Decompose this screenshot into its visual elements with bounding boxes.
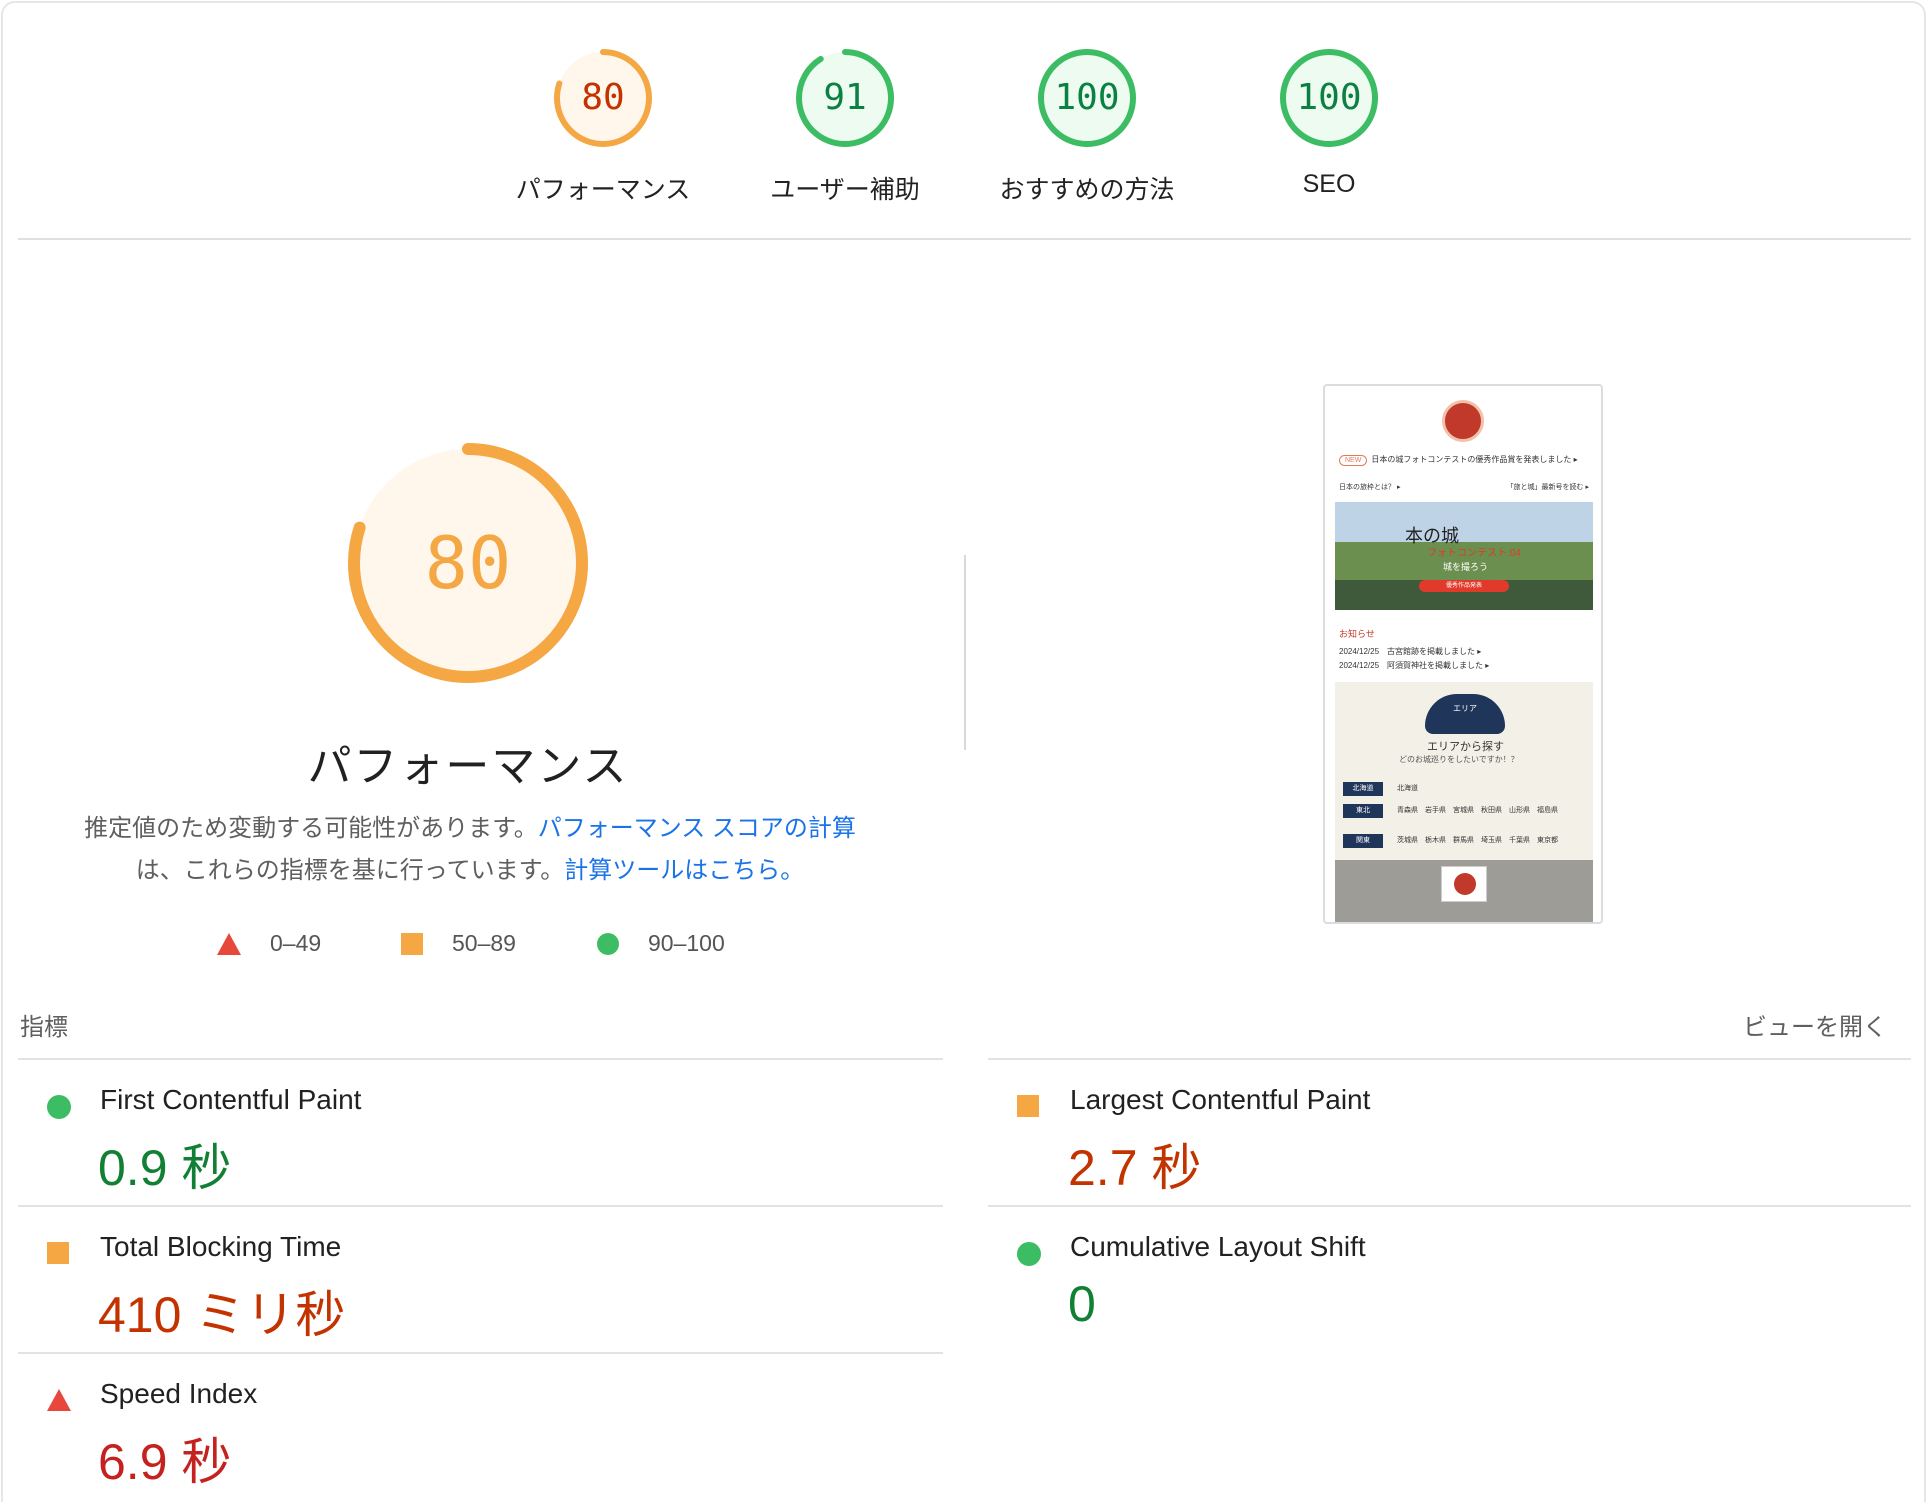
gauge-score: 91 bbox=[823, 77, 867, 118]
gauge-accessibility[interactable]: 91 ユーザー補助 bbox=[725, 48, 965, 206]
divider bbox=[18, 238, 1911, 240]
metric-name: Total Blocking Time bbox=[100, 1231, 342, 1262]
vertical-divider bbox=[964, 555, 966, 750]
area-row: 北海道 北海道 bbox=[1343, 782, 1583, 798]
metrics-divider bbox=[18, 1205, 943, 1207]
news-text: 日本の城フォトコンテストの優秀作品賞を発表しました ▸ bbox=[1371, 455, 1578, 464]
gauge-score: 80 bbox=[581, 77, 625, 118]
metric-value: 6.9 秒 bbox=[98, 1434, 232, 1490]
hero-subtitle-2: 城を撮ろう bbox=[1443, 562, 1489, 572]
metric-value: 410 ミリ秒 bbox=[98, 1287, 346, 1343]
green-circle-icon bbox=[597, 932, 619, 955]
new-badge: NEW bbox=[1339, 455, 1368, 466]
performance-description: 推定値のため変動する可能性があります。パフォーマンス スコアの計算 は、これらの… bbox=[60, 808, 880, 892]
orange-square-icon bbox=[47, 1242, 69, 1264]
mini-logo-box bbox=[1441, 866, 1487, 902]
mini-logo bbox=[1454, 873, 1476, 895]
info-title: お知らせ bbox=[1339, 629, 1375, 639]
area-items: 茨城県 栃木県 群馬県 埼玉県 千葉県 東京都 bbox=[1397, 837, 1558, 844]
category-gauges: 80 パフォーマンス 91 ユーザー補助 100 おすすめの方法 100 SEO bbox=[0, 48, 1929, 208]
area-tag: 関東 bbox=[1343, 834, 1383, 848]
legend-fail: 0–49 bbox=[216, 930, 321, 957]
orange-square-icon bbox=[401, 932, 423, 955]
gauge-ring: 100 bbox=[1279, 48, 1379, 148]
link-left: 日本の旅枠とは？ ▸ bbox=[1339, 484, 1401, 491]
performance-gauge-large: 80 bbox=[345, 440, 591, 686]
metric-value: 2.7 秒 bbox=[1068, 1140, 1202, 1196]
legend-range: 50–89 bbox=[452, 930, 516, 956]
metric-name: Cumulative Layout Shift bbox=[1070, 1231, 1366, 1262]
screenshot-news: NEW 日本の城フォトコンテストの優秀作品賞を発表しました ▸ bbox=[1339, 454, 1589, 472]
info-item: 2024/12/25 古宮館跡を掲載しました ▸ bbox=[1339, 647, 1482, 656]
screenshot-hero-image: 本の城 フォトコンテスト.04 城を撮ろう 優秀作品発表 bbox=[1335, 502, 1593, 610]
gauge-ring: 91 bbox=[795, 48, 895, 148]
green-circle-icon bbox=[1017, 1242, 1041, 1266]
gauge-performance[interactable]: 80 パフォーマンス bbox=[483, 48, 723, 206]
hero-subtitle: フォトコンテスト.04 bbox=[1427, 548, 1521, 559]
calculator-link[interactable]: 計算ツールはこちら。 bbox=[564, 857, 804, 884]
score-calculation-link[interactable]: パフォーマンス スコアの計算 bbox=[538, 815, 856, 842]
area-title: エリアから探す bbox=[1427, 741, 1504, 753]
legend-pass: 90–100 bbox=[596, 930, 725, 957]
hero-button: 優秀作品発表 bbox=[1419, 580, 1509, 592]
red-triangle-icon bbox=[47, 1389, 71, 1411]
gauge-label: パフォーマンス bbox=[515, 176, 691, 204]
legend-range: 0–49 bbox=[270, 930, 322, 956]
area-row: 関東 茨城県 栃木県 群馬県 埼玉県 千葉県 東京都 bbox=[1343, 834, 1583, 850]
area-tag: 北海道 bbox=[1343, 782, 1383, 796]
green-circle-icon bbox=[47, 1095, 71, 1119]
legend-average: 50–89 bbox=[400, 930, 516, 957]
gauge-label: ユーザー補助 bbox=[770, 176, 920, 204]
metrics-divider bbox=[18, 1058, 943, 1060]
gauge-label: おすすめの方法 bbox=[999, 176, 1175, 204]
description-text: 推定値のため変動する可能性があります。 bbox=[84, 815, 538, 842]
area-badge: エリア bbox=[1425, 694, 1505, 734]
legend-range: 90–100 bbox=[648, 930, 725, 956]
expand-view-toggle[interactable]: ビューを開く bbox=[1743, 1007, 1887, 1042]
hero-sky bbox=[1335, 502, 1593, 542]
gauge-label: SEO bbox=[1302, 170, 1356, 198]
red-triangle-icon bbox=[217, 932, 241, 955]
link-right: 「旅と城」最新号を読む ▸ bbox=[1506, 484, 1589, 491]
site-logo bbox=[1442, 400, 1484, 442]
metric-value: 0.9 秒 bbox=[98, 1140, 232, 1196]
gauge-ring: 80 bbox=[553, 48, 653, 148]
final-screenshot[interactable]: NEW 日本の城フォトコンテストの優秀作品賞を発表しました ▸ 日本の旅枠とは？ … bbox=[1323, 384, 1603, 924]
metrics-divider bbox=[18, 1352, 943, 1354]
metrics-divider bbox=[988, 1058, 1911, 1060]
gauge-score: 100 bbox=[1296, 77, 1362, 118]
metric-value: 0 bbox=[1068, 1276, 1096, 1332]
metrics-divider bbox=[988, 1205, 1911, 1207]
screenshot-links: 日本の旅枠とは？ ▸ 「旅と城」最新号を読む ▸ bbox=[1339, 482, 1589, 492]
orange-square-icon bbox=[1017, 1095, 1039, 1117]
metric-name: First Contentful Paint bbox=[100, 1084, 362, 1115]
metrics-title: 指標 bbox=[20, 1014, 68, 1041]
performance-score: 80 bbox=[424, 521, 512, 605]
metric-name: Speed Index bbox=[100, 1378, 258, 1409]
gauge-seo[interactable]: 100 SEO bbox=[1209, 48, 1449, 199]
performance-title: パフォーマンス bbox=[307, 742, 629, 791]
area-tag: 東北 bbox=[1343, 804, 1383, 818]
area-row: 東北 青森県 岩手県 宮城県 秋田県 山形県 福島県 bbox=[1343, 804, 1583, 820]
screenshot-overlay bbox=[1335, 860, 1593, 922]
description-text-2: は、これらの指標を基に行っています。 bbox=[135, 857, 565, 884]
area-subtitle: どのお城巡りをしたいですか！？ bbox=[1399, 755, 1519, 764]
gauge-ring: 100 bbox=[1037, 48, 1137, 148]
area-items: 北海道 bbox=[1397, 785, 1418, 792]
metric-name: Largest Contentful Paint bbox=[1070, 1084, 1371, 1115]
area-items: 青森県 岩手県 宮城県 秋田県 山形県 福島県 bbox=[1397, 807, 1558, 814]
info-item: 2024/12/25 阿須賀神社を掲載しました ▸ bbox=[1339, 661, 1490, 670]
screenshot-info: お知らせ 2024/12/25 古宮館跡を掲載しました ▸ 2024/12/25… bbox=[1339, 624, 1589, 671]
gauge-score: 100 bbox=[1054, 77, 1120, 118]
gauge-best-practices[interactable]: 100 おすすめの方法 bbox=[967, 48, 1207, 206]
